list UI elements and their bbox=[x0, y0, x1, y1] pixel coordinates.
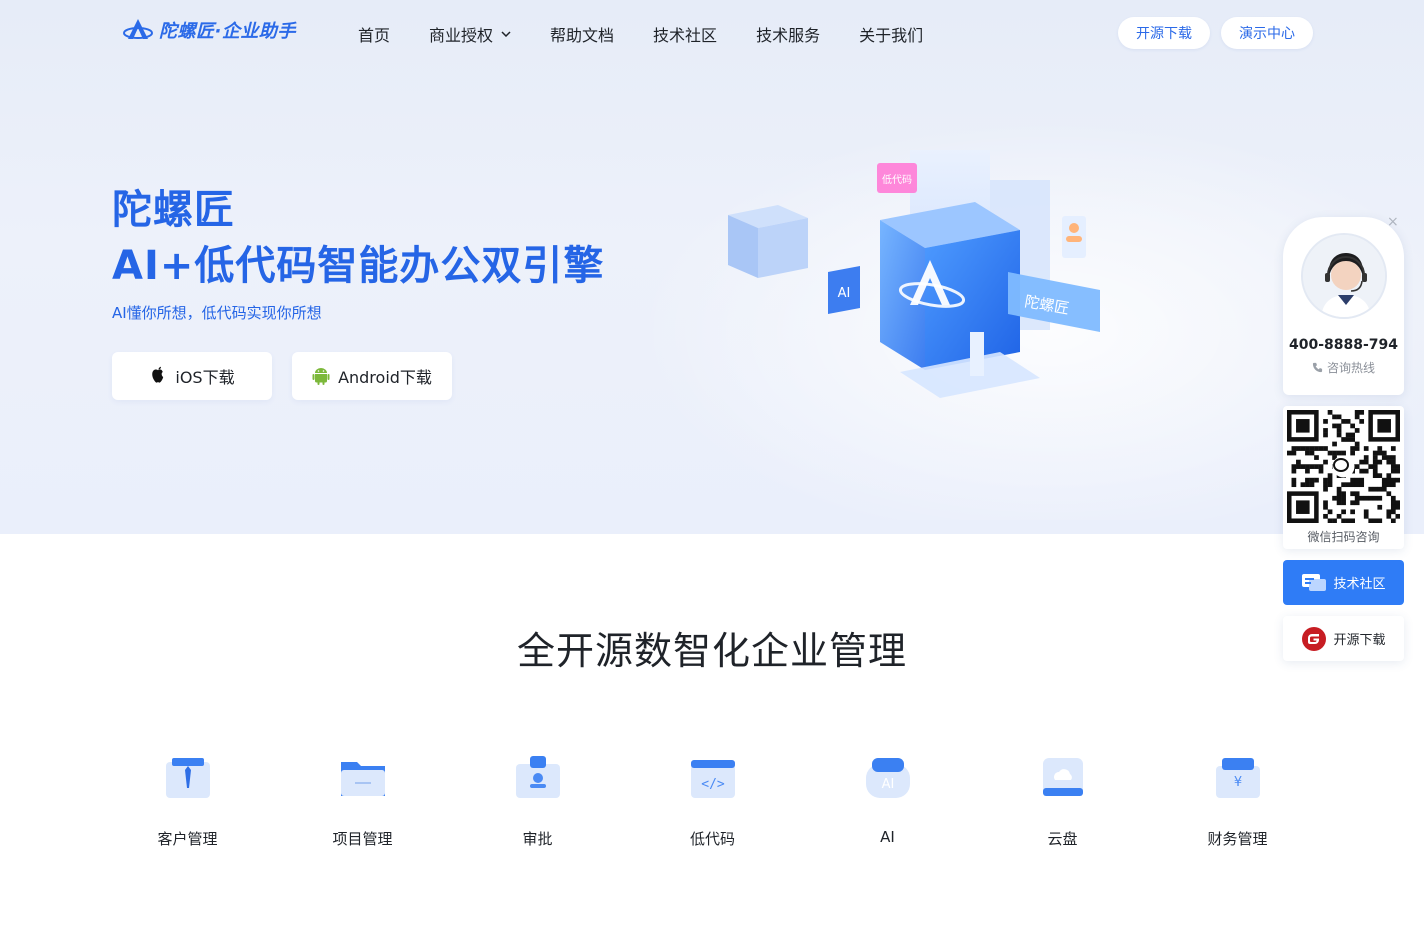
chevron-down-icon bbox=[501, 31, 511, 37]
feature-approval[interactable]: 审批 bbox=[450, 752, 625, 849]
wechat-qr-code bbox=[1287, 410, 1400, 523]
side-community-button[interactable]: 技术社区 bbox=[1283, 560, 1404, 605]
side-download-button[interactable]: 开源下载 bbox=[1283, 616, 1404, 661]
gitee-icon bbox=[1302, 626, 1327, 651]
support-avatar bbox=[1300, 233, 1387, 319]
nav-item-service[interactable]: 技术服务 bbox=[756, 22, 820, 46]
hero-subtitle: AI懂你所想，低代码实现你所想 bbox=[112, 304, 322, 322]
demo-center-button[interactable]: 演示中心 bbox=[1221, 17, 1313, 49]
feature-customer[interactable]: 客户管理 bbox=[100, 752, 275, 849]
chat-icon bbox=[1302, 573, 1327, 591]
top-nav: 陀螺匠·企业助手 首页 商业授权 帮助文档 技术社区 技术服务 关于我们 开源下… bbox=[0, 0, 1424, 66]
approval-icon bbox=[515, 756, 560, 798]
logo-text: 陀螺匠·企业助手 bbox=[159, 21, 296, 42]
code-icon: </> bbox=[690, 760, 735, 798]
ai-icon: AI bbox=[865, 758, 910, 798]
nav-buttons: 开源下载 演示中心 bbox=[1118, 17, 1313, 49]
logo-icon bbox=[123, 19, 153, 39]
qr-label: 微信扫码咨询 bbox=[1307, 530, 1380, 544]
feature-project[interactable]: 项目管理 bbox=[275, 752, 450, 849]
nav-menu: 首页 商业授权 帮助文档 技术社区 技术服务 关于我们 bbox=[358, 22, 962, 46]
nav-item-home[interactable]: 首页 bbox=[358, 22, 390, 46]
feature-finance[interactable]: ¥ 财务管理 bbox=[1150, 752, 1325, 849]
svg-text:AI: AI bbox=[881, 777, 894, 792]
wechat-qr-card: 微信扫码咨询 bbox=[1283, 406, 1404, 549]
nav-item-license[interactable]: 商业授权 bbox=[429, 22, 511, 46]
feature-cloud[interactable]: 云盘 bbox=[975, 752, 1150, 849]
nav-item-docs[interactable]: 帮助文档 bbox=[550, 22, 614, 46]
logo[interactable]: 陀螺匠·企业助手 bbox=[123, 17, 296, 43]
customer-icon bbox=[165, 758, 210, 798]
hero-title: 陀螺匠 AI+低代码智能办公双引擎 bbox=[112, 187, 605, 289]
illus-ai-tag: AI bbox=[838, 286, 851, 301]
svg-text:</>: </> bbox=[701, 777, 725, 792]
nav-item-about[interactable]: 关于我们 bbox=[859, 22, 923, 46]
hero-section: 陀螺匠·企业助手 首页 商业授权 帮助文档 技术社区 技术服务 关于我们 开源下… bbox=[0, 0, 1424, 534]
svg-text:¥: ¥ bbox=[1233, 775, 1241, 790]
nav-item-community[interactable]: 技术社区 bbox=[653, 22, 717, 46]
open-source-download-button[interactable]: 开源下载 bbox=[1118, 17, 1210, 49]
feature-ai[interactable]: AI AI bbox=[800, 752, 975, 846]
folder-icon bbox=[340, 762, 385, 796]
apple-icon bbox=[152, 366, 164, 383]
finance-icon: ¥ bbox=[1215, 758, 1260, 798]
support-phone: 400-8888-794 bbox=[1288, 337, 1399, 353]
section-title: 全开源数智化企业管理 bbox=[516, 629, 907, 673]
illus-lowcode-tag: 低代码 bbox=[882, 173, 912, 186]
feature-lowcode[interactable]: </> 低代码 bbox=[625, 752, 800, 849]
phone-icon bbox=[1312, 362, 1323, 373]
cloud-icon bbox=[1042, 758, 1083, 796]
contact-card: 400-8888-794 咨询热线 bbox=[1283, 217, 1404, 395]
hotline-label: 咨询热线 bbox=[1283, 359, 1404, 376]
ios-download-button[interactable]: iOS下载 bbox=[112, 352, 272, 400]
hero-illustration: 低代码 AI 陀螺匠 bbox=[728, 150, 1100, 398]
android-download-button[interactable]: Android下载 bbox=[292, 352, 452, 400]
android-icon bbox=[312, 368, 330, 385]
